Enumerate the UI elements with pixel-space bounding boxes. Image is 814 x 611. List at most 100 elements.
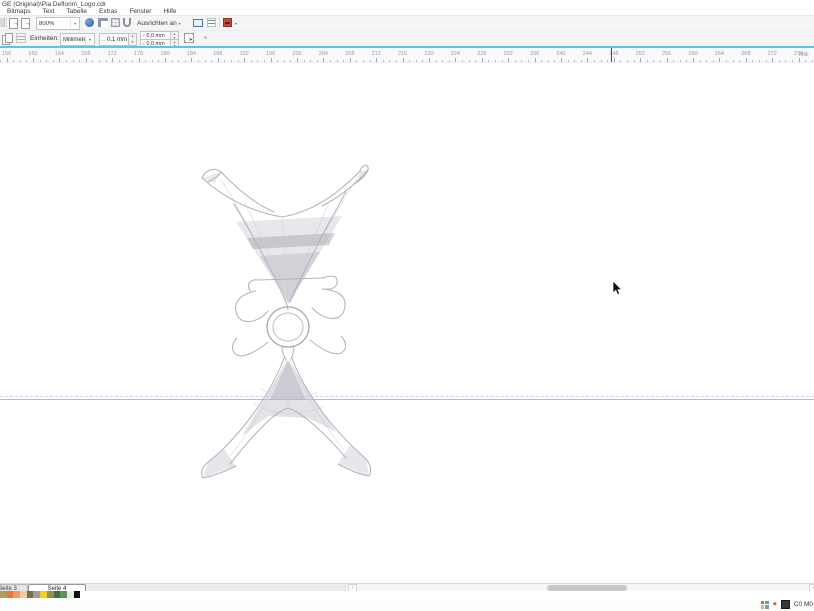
ruler-tick bbox=[330, 60, 331, 62]
mouse-cursor bbox=[612, 281, 623, 297]
fullscreen-preview-icon[interactable] bbox=[85, 18, 94, 27]
ruler-tick bbox=[33, 58, 34, 62]
ruler-label: 220 bbox=[421, 51, 437, 57]
launcher-list-icon[interactable] bbox=[207, 18, 216, 27]
ruler-label: 184 bbox=[183, 51, 199, 57]
ruler-tick bbox=[251, 60, 252, 62]
ruler-unit-label: Milli bbox=[799, 52, 808, 58]
guideline-dotted[interactable] bbox=[0, 396, 814, 397]
drawing-canvas[interactable] bbox=[0, 63, 814, 583]
ruler-label: 196 bbox=[263, 51, 279, 57]
page-orientation-icon[interactable] bbox=[2, 33, 11, 43]
menu-tabelle[interactable]: Tabelle bbox=[60, 8, 93, 15]
coreldraw-window: GE (Original)\Pia Deflorin\_Logo.cdr Bit… bbox=[0, 0, 814, 611]
chevron-down-icon[interactable]: ▾ bbox=[235, 21, 237, 26]
snap-magnet-icon[interactable] bbox=[123, 18, 131, 27]
ruler-label: 164 bbox=[51, 51, 67, 57]
ruler-tick bbox=[363, 60, 364, 62]
ruler-label: 168 bbox=[78, 51, 94, 57]
ruler-label: 256 bbox=[659, 51, 675, 57]
menu-bitmaps[interactable]: Bitmaps bbox=[1, 8, 36, 15]
palette-swatch-6[interactable] bbox=[33, 591, 40, 598]
units-combo[interactable]: Millimeter ▾ bbox=[60, 33, 95, 46]
ruler-tick bbox=[449, 60, 450, 62]
ruler-cursor-marker bbox=[611, 48, 612, 63]
palette-swatch-7[interactable] bbox=[40, 591, 47, 598]
ruler-label: 240 bbox=[553, 51, 569, 57]
ruler-tick bbox=[53, 60, 54, 62]
ruler-tick bbox=[337, 60, 338, 62]
clipped-toolbar-icon bbox=[0, 18, 5, 27]
palette-swatch-8[interactable] bbox=[47, 591, 54, 598]
property-bar: Einheiten: Millimeter ▾ ↔ 0,1 mm ▲▼ ↱ 0,… bbox=[0, 31, 814, 47]
ruler-tick bbox=[46, 60, 47, 62]
ruler-tick bbox=[766, 60, 767, 62]
guideline-solid[interactable] bbox=[0, 399, 814, 400]
treat-as-filled-icon[interactable] bbox=[184, 33, 194, 43]
ruler-tick bbox=[686, 60, 687, 62]
palette-swatch-11[interactable] bbox=[67, 591, 74, 598]
menu-fenster[interactable]: Fenster bbox=[123, 8, 157, 15]
options-window-icon[interactable] bbox=[193, 19, 203, 27]
plus-icon[interactable]: + bbox=[203, 34, 208, 42]
palette-swatch-3[interactable] bbox=[13, 591, 20, 598]
palette-swatch-2[interactable] bbox=[7, 591, 14, 598]
ruler-tick bbox=[238, 60, 239, 62]
ruler-tick bbox=[812, 60, 813, 62]
palette-swatch-1[interactable] bbox=[0, 591, 7, 598]
palette-swatch-12[interactable] bbox=[74, 591, 81, 598]
ruler-tick bbox=[376, 58, 377, 62]
ruler-tick bbox=[739, 60, 740, 62]
ruler-tick bbox=[297, 58, 298, 62]
palette-swatch-4[interactable] bbox=[20, 591, 27, 598]
export-icon[interactable]: → bbox=[21, 18, 30, 29]
duplicate-x-value: 0,0 mm bbox=[146, 33, 164, 39]
show-grid-icon[interactable] bbox=[111, 18, 120, 27]
ruler-label: 192 bbox=[236, 51, 252, 57]
ruler-tick bbox=[185, 60, 186, 62]
color-palette bbox=[0, 591, 814, 598]
ruler-tick bbox=[759, 60, 760, 62]
ruler-tick bbox=[165, 58, 166, 62]
ruler-tick bbox=[271, 58, 272, 62]
ruler-tick bbox=[601, 60, 602, 62]
chevron-down-icon[interactable]: ▾ bbox=[70, 19, 79, 28]
show-rulers-icon[interactable] bbox=[98, 18, 108, 27]
ruler-tick bbox=[693, 58, 694, 62]
ruler-tick bbox=[805, 60, 806, 62]
chevron-down-icon: ▾ bbox=[179, 21, 181, 26]
ruler-tick bbox=[469, 60, 470, 62]
ruler-tick bbox=[59, 58, 60, 62]
ruler-tick bbox=[673, 60, 674, 62]
import-icon[interactable]: → bbox=[9, 18, 18, 29]
ruler-tick bbox=[277, 60, 278, 62]
ruler-tick bbox=[350, 58, 351, 62]
palette-swatch-5[interactable] bbox=[27, 591, 34, 598]
nudge-spinner[interactable]: ▲▼ bbox=[128, 33, 137, 46]
ruler-tick bbox=[541, 60, 542, 62]
ruler-tick bbox=[152, 60, 153, 62]
menu-text[interactable]: Text bbox=[36, 8, 60, 15]
ruler-tick bbox=[112, 58, 113, 62]
ruler-tick bbox=[620, 60, 621, 62]
zoom-level-value: 800% bbox=[37, 21, 70, 27]
ruler-tick bbox=[700, 60, 701, 62]
logo-sketch-image[interactable] bbox=[190, 148, 390, 488]
palette-swatch-9[interactable] bbox=[54, 591, 61, 598]
ruler-tick bbox=[86, 58, 87, 62]
menu-extras[interactable]: Extras bbox=[93, 8, 123, 15]
horizontal-ruler[interactable]: 1561601641681721761801841881921962002042… bbox=[0, 46, 814, 63]
menu-hilfe[interactable]: Hilfe bbox=[157, 8, 182, 15]
fill-color-swatch bbox=[781, 600, 790, 609]
ruler-tick bbox=[726, 60, 727, 62]
ruler-label: 188 bbox=[210, 51, 226, 57]
application-launcher-icon[interactable] bbox=[223, 18, 232, 27]
nudge-distance-field[interactable]: ↔ 0,1 mm bbox=[99, 33, 130, 46]
ruler-tick bbox=[422, 60, 423, 62]
chevron-down-icon[interactable]: ▾ bbox=[85, 35, 94, 44]
page-dimensions-icon[interactable] bbox=[16, 33, 26, 43]
zoom-level-combo[interactable]: 800% ▾ bbox=[36, 17, 80, 30]
palette-swatch-10[interactable] bbox=[60, 591, 67, 598]
ruler-tick bbox=[607, 60, 608, 62]
snap-to-dropdown[interactable]: Ausrichten an ▾ bbox=[137, 20, 181, 27]
